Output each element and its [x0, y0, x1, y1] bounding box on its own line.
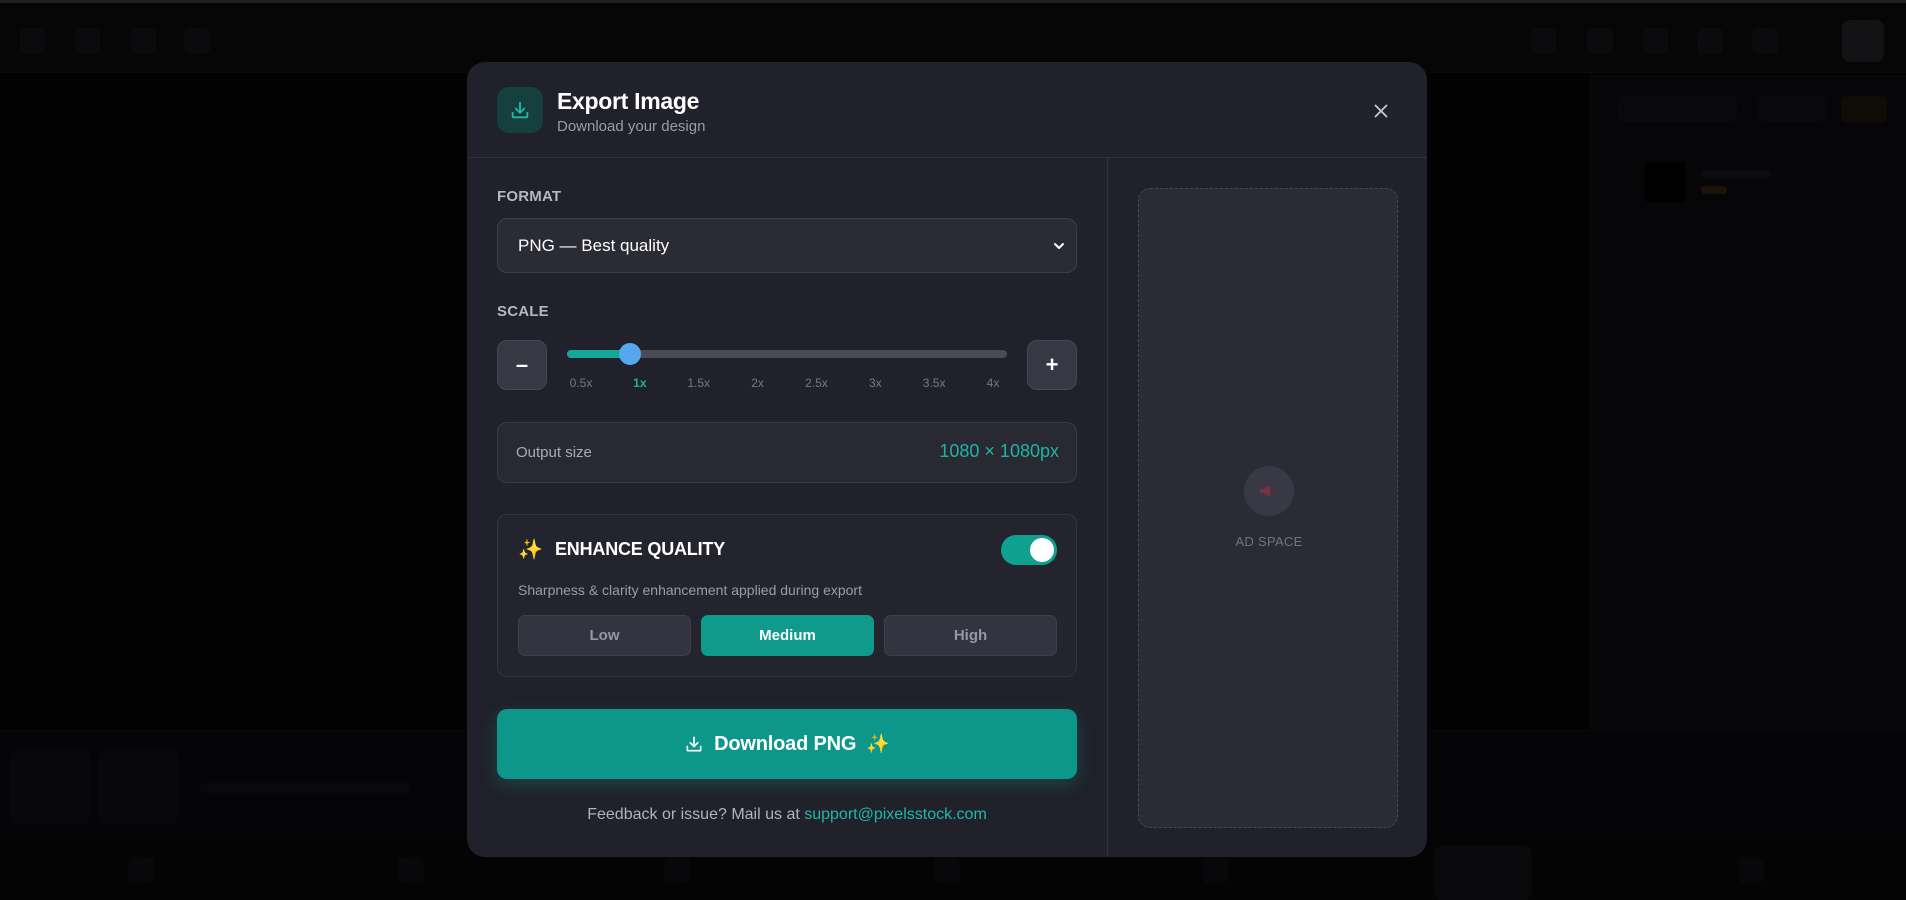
- quality-low-button[interactable]: Low: [518, 615, 691, 656]
- scale-slider-thumb[interactable]: [618, 343, 641, 365]
- enhance-quality-panel: ✨ ENHANCE QUALITY Sharpness & clarity en…: [497, 514, 1077, 677]
- scale-tick-label: 3.5x: [922, 376, 946, 390]
- download-button[interactable]: Download PNG ✨: [497, 709, 1077, 779]
- output-size-label: Output size: [516, 444, 592, 461]
- scale-decrease-button[interactable]: –: [497, 340, 547, 390]
- scale-tick-label: 0.5x: [569, 376, 593, 390]
- feedback-text: Feedback or issue? Mail us at: [587, 806, 805, 823]
- support-email-link[interactable]: support@pixelsstock.com: [804, 806, 987, 823]
- feedback-line: Feedback or issue? Mail us at support@pi…: [467, 806, 1107, 824]
- modal-title: Export Image: [557, 88, 700, 114]
- quality-high-button[interactable]: High: [884, 615, 1057, 656]
- ad-space-label: AD SPACE: [1235, 534, 1303, 549]
- enhance-quality-description: Sharpness & clarity enhancement applied …: [518, 582, 862, 598]
- output-size-value: 1080 × 1080px: [939, 441, 1059, 461]
- scale-tick-label: 2x: [751, 376, 764, 390]
- export-settings: FORMAT PNG — Best quality SCALE – 0.5x 1x…: [467, 158, 1107, 857]
- scale-tick-label: 1.5x: [687, 376, 711, 390]
- chevron-down-icon: [1054, 243, 1064, 249]
- modal-subtitle: Download your design: [557, 118, 706, 135]
- close-button[interactable]: [1366, 96, 1396, 126]
- format-label: FORMAT: [497, 188, 562, 205]
- enhance-quality-title: ENHANCE QUALITY: [555, 539, 726, 559]
- download-button-label: Download PNG: [714, 732, 857, 755]
- format-select[interactable]: PNG — Best quality: [497, 218, 1077, 273]
- ad-space: AD SPACE: [1138, 188, 1398, 828]
- sparkle-icon: ✨: [518, 539, 543, 561]
- toggle-knob: [1030, 538, 1054, 562]
- scale-label: SCALE: [497, 303, 549, 320]
- scale-tick-label: 2.5x: [805, 376, 828, 390]
- format-selected-value: PNG — Best quality: [518, 236, 670, 255]
- scale-tick-label: 1x: [633, 376, 647, 390]
- megaphone-icon: [1244, 466, 1294, 516]
- export-modal: Export Image Download your design FORMAT…: [467, 62, 1427, 857]
- quality-medium-button[interactable]: Medium: [701, 615, 874, 656]
- output-size-box: Output size 1080 × 1080px: [497, 422, 1077, 483]
- close-icon: [1374, 104, 1388, 118]
- scale-tick-label: 3x: [868, 376, 882, 390]
- ad-column: AD SPACE: [1107, 158, 1427, 857]
- scale-increase-button[interactable]: +: [1027, 340, 1077, 390]
- enhance-quality-toggle[interactable]: [1001, 535, 1057, 565]
- download-icon: [686, 736, 702, 752]
- download-icon: [497, 87, 543, 133]
- scale-tick-label: 4x: [986, 376, 1000, 390]
- modal-header: Export Image Download your design: [467, 62, 1427, 158]
- sparkle-icon: ✨: [866, 734, 890, 755]
- scale-slider[interactable]: [567, 343, 1007, 365]
